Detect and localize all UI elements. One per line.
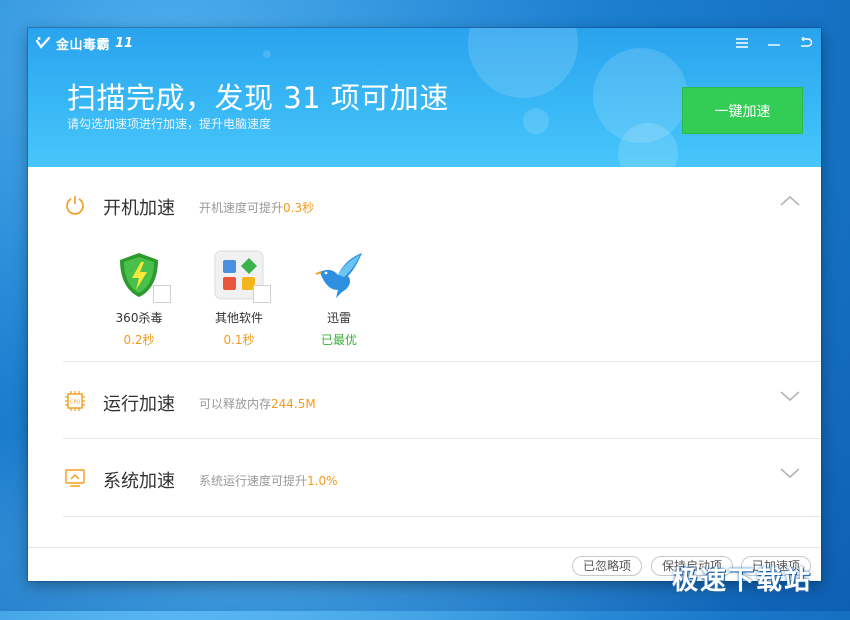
section-value: 0.3秒 — [283, 201, 315, 215]
chevron-down-icon[interactable] — [779, 389, 801, 403]
item-checkbox[interactable] — [153, 285, 171, 303]
section-value: 244.5M — [271, 397, 316, 411]
item-360-antivirus[interactable]: 360杀毒 0.2秒 — [104, 250, 174, 348]
back-button[interactable] — [794, 34, 816, 52]
section-system-accelerate: 系统加速 系统运行速度可提升1.0% — [28, 439, 821, 517]
item-time: 0.1秒 — [223, 333, 255, 347]
item-name: 迅雷 — [326, 311, 351, 325]
site-watermark: 极速下载站 — [672, 566, 813, 596]
item-time: 0.2秒 — [123, 333, 155, 347]
menu-icon — [736, 38, 748, 48]
logo-icon — [35, 36, 51, 49]
power-icon — [66, 196, 84, 215]
app-window: 金山毒霸 11 扫描完成，发现 31 项可加速 请勾选加速项进行加速，提升电脑速… — [28, 28, 821, 581]
cpu-icon: CPU — [65, 391, 85, 411]
section-desc: 开机速度可提升0.3秒 — [199, 201, 315, 215]
menu-button[interactable] — [731, 34, 753, 52]
one-click-accelerate-button[interactable]: 一键加速 — [682, 87, 803, 134]
apps-icon — [214, 250, 271, 303]
minimize-button[interactable] — [763, 34, 785, 52]
item-other-software[interactable]: 其他软件 0.1秒 — [204, 250, 274, 348]
back-icon — [800, 37, 812, 47]
divider — [63, 516, 821, 517]
section-boot-accelerate: 开机加速 开机速度可提升0.3秒 360杀毒 0.2秒 其他软件 0.1秒 迅雷… — [28, 167, 821, 362]
decor-bubble — [263, 50, 271, 58]
header-banner: 金山毒霸 11 扫描完成，发现 31 项可加速 请勾选加速项进行加速，提升电脑速… — [28, 28, 821, 167]
svg-text:CPU: CPU — [70, 400, 81, 406]
section-title: 开机加速 — [103, 198, 175, 219]
section-title: 系统加速 — [103, 471, 175, 492]
ignored-items-button[interactable]: 已忽略项 — [572, 556, 643, 576]
section-desc: 可以释放内存244.5M — [199, 397, 316, 411]
app-version: 11 — [115, 35, 134, 51]
item-status: 已最优 — [320, 333, 357, 347]
section-desc: 系统运行速度可提升1.0% — [199, 474, 338, 488]
system-icon — [65, 469, 85, 487]
item-xunlei[interactable]: 迅雷 已最优 — [304, 250, 374, 348]
scan-result-headline: 扫描完成，发现 31 项可加速 — [67, 81, 449, 115]
decor-bubble — [523, 108, 549, 134]
item-name: 其他软件 — [214, 311, 263, 325]
minimize-icon — [768, 44, 780, 46]
decor-bubble — [468, 28, 578, 98]
section-value: 1.0% — [307, 474, 338, 488]
scan-result-subline: 请勾选加速项进行加速，提升电脑速度 — [67, 117, 272, 131]
item-checkbox[interactable] — [253, 285, 271, 303]
shield-icon — [114, 250, 171, 303]
app-logo: 金山毒霸 11 — [35, 34, 134, 53]
bird-icon — [314, 250, 364, 300]
app-name: 金山毒霸 — [56, 37, 111, 53]
item-name: 360杀毒 — [115, 311, 163, 325]
section-runtime-accelerate: CPU 运行加速 可以释放内存244.5M — [28, 362, 821, 439]
section-title: 运行加速 — [103, 394, 175, 415]
chevron-down-icon[interactable] — [779, 466, 801, 480]
chevron-up-icon[interactable] — [779, 194, 801, 208]
